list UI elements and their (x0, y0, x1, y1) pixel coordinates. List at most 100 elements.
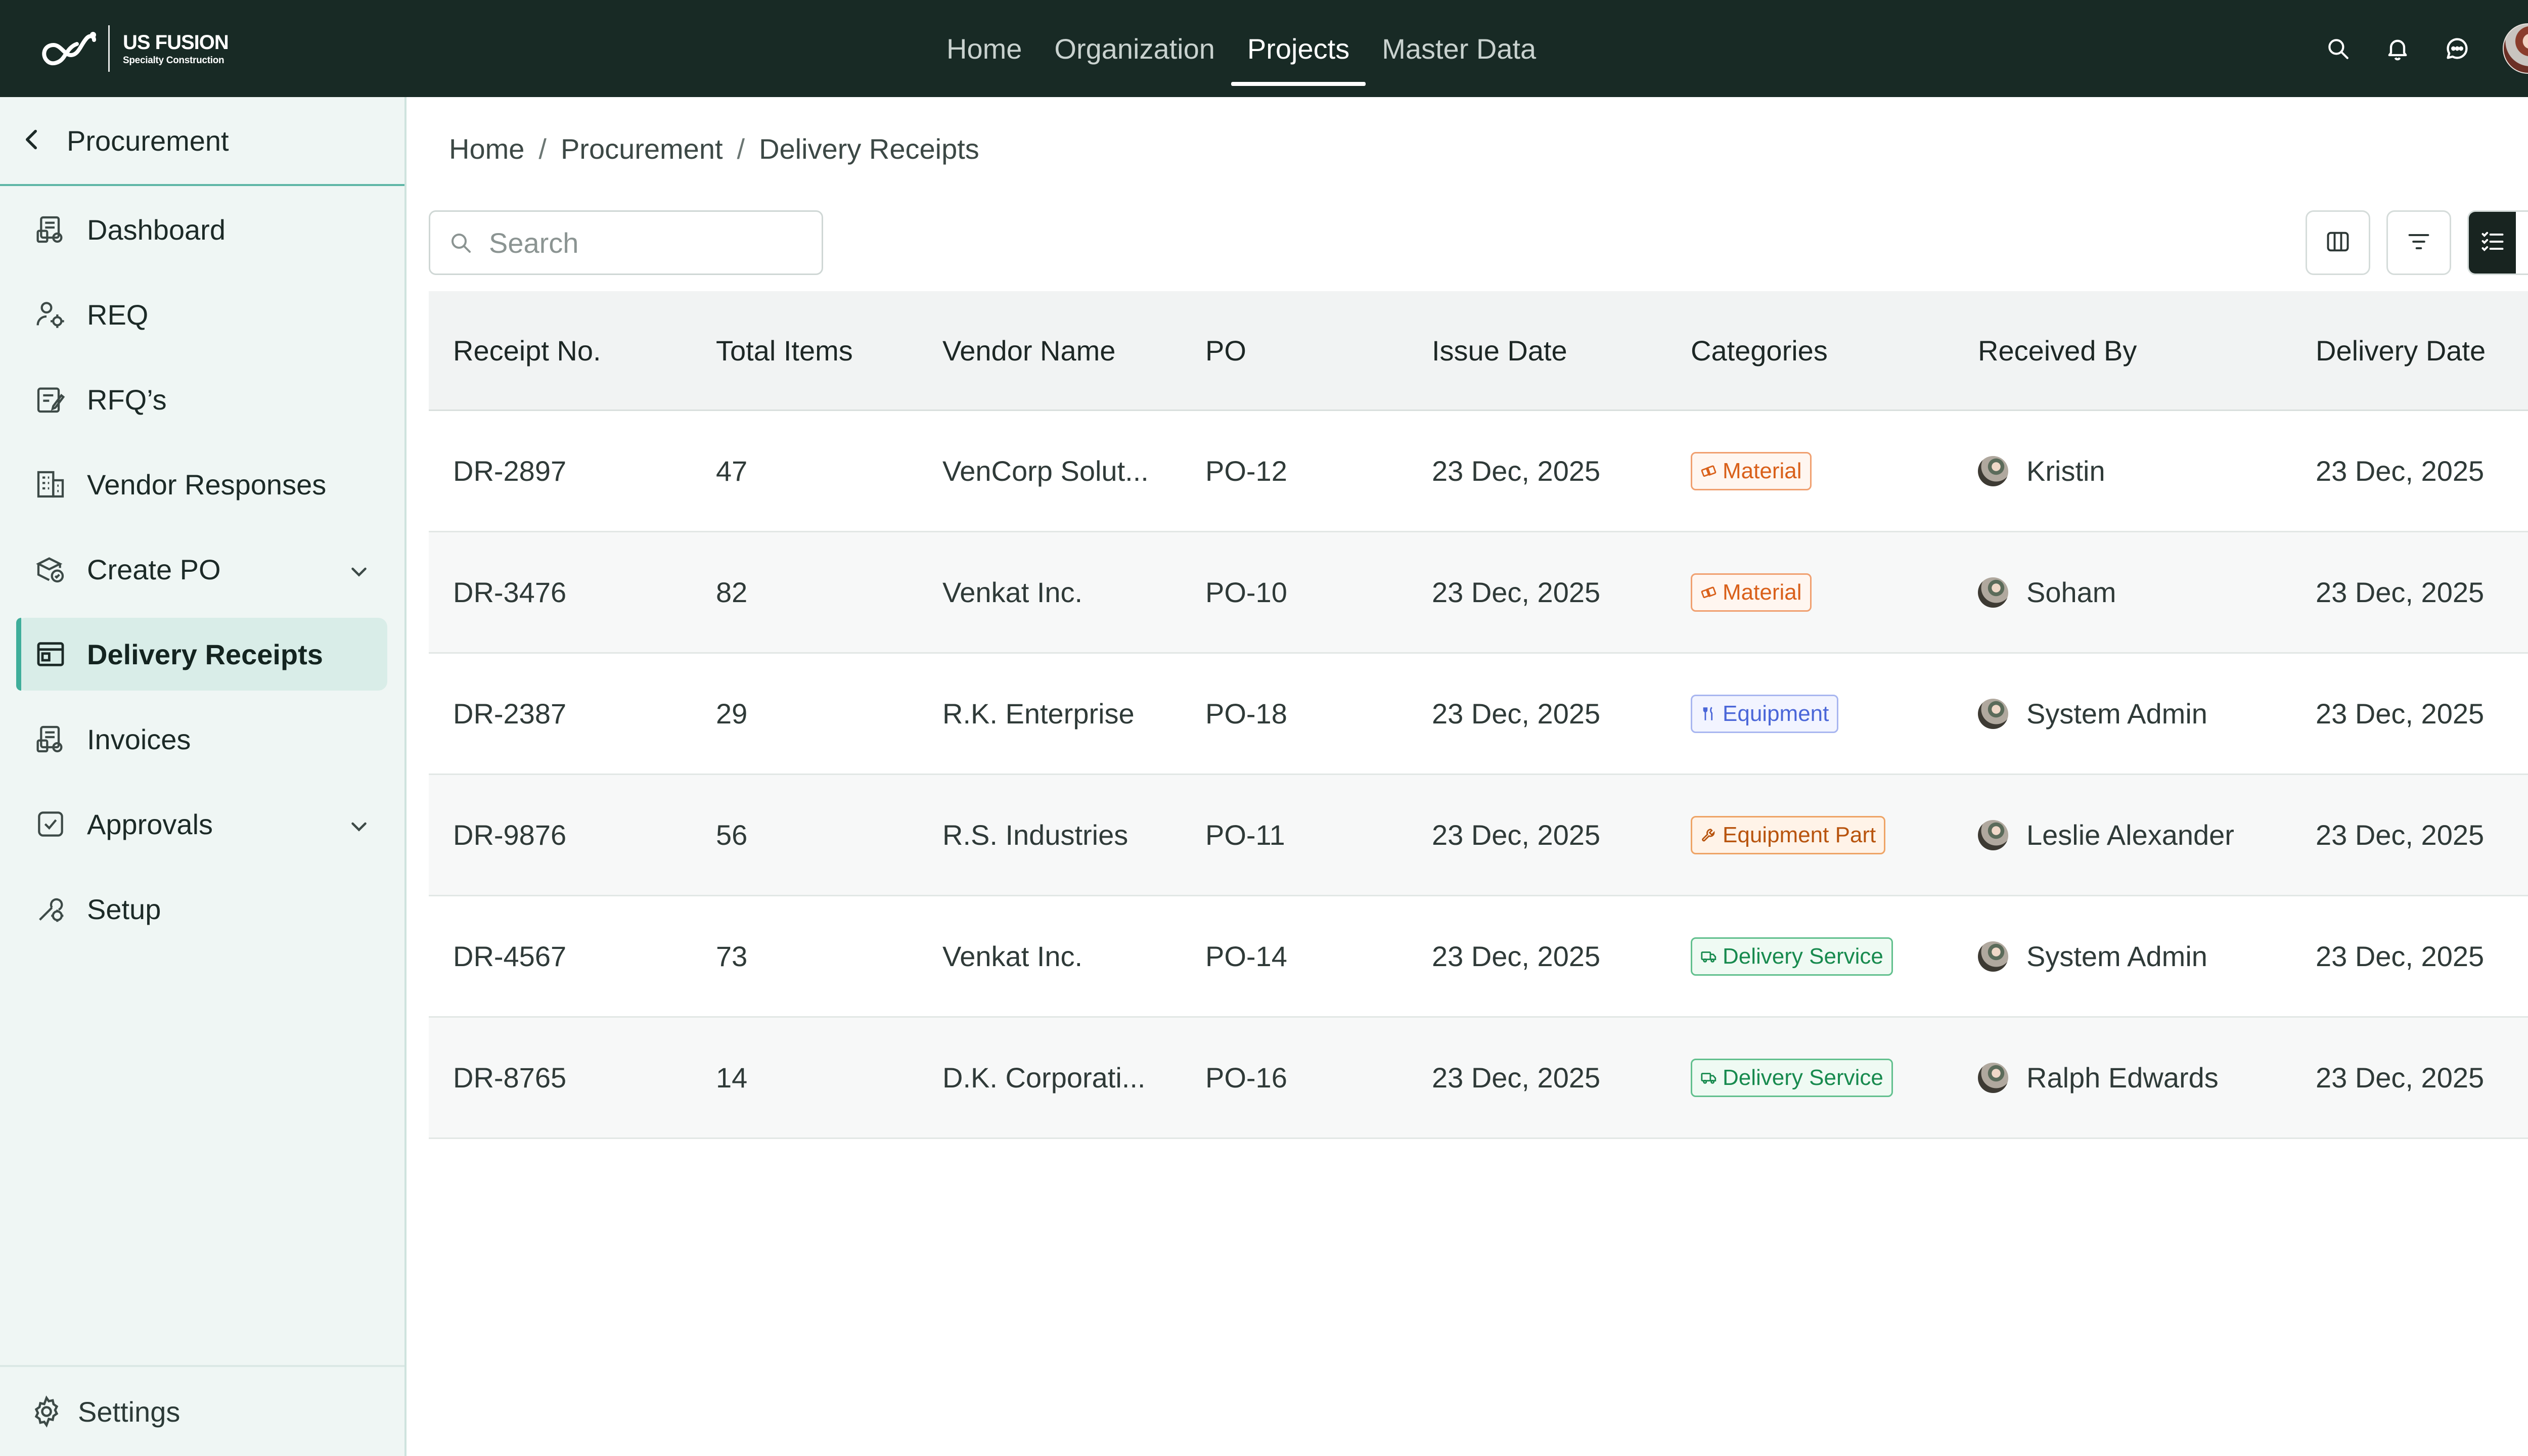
building-icon (32, 466, 69, 503)
breadcrumb-home[interactable]: Home (449, 132, 524, 165)
table-row[interactable]: DR-8765 14 D.K. Corporati... PO-16 23 De… (429, 1018, 2528, 1139)
breadcrumb: Home / Procurement / Delivery Receipts (449, 132, 979, 165)
search-icon (448, 231, 473, 255)
columns-button[interactable] (2306, 210, 2370, 275)
filter-icon (2406, 229, 2432, 257)
rfq-icon (32, 381, 69, 418)
sidebar-item-label: REQ (87, 298, 149, 331)
sidebar-item-setup[interactable]: Setup (16, 873, 387, 945)
avatar (1978, 1062, 2008, 1093)
breadcrumb-separator: / (737, 133, 745, 165)
table-row[interactable]: DR-9876 56 R.S. Industries PO-11 23 Dec,… (429, 775, 2528, 896)
received-by: Ralph Edwards (2026, 1062, 2219, 1094)
sidebar-item-req[interactable]: REQ (16, 278, 387, 351)
delivery-date: 23 Dec, 2025 (2316, 455, 2485, 487)
issue-date: 23 Dec, 2025 (1432, 940, 1601, 972)
vendor-name: R.K. Enterprise (942, 698, 1135, 730)
column-header-issue-date[interactable]: Issue Date (1408, 334, 1666, 367)
setup-icon (32, 891, 69, 927)
chevron-down-icon[interactable] (349, 555, 369, 588)
received-by: Kristin (2026, 455, 2105, 487)
category-badge: Material (1691, 451, 1812, 490)
avatar (1978, 456, 2008, 486)
receipt-icon (32, 636, 69, 672)
table-row[interactable]: DR-2897 47 VenCorp Solut... PO-12 23 Dec… (429, 411, 2528, 532)
sidebar-item-label: Create PO (87, 553, 221, 585)
brand-logo[interactable]: US FUSION Specialty Construction (40, 22, 229, 75)
column-header-received-by[interactable]: Received By (1954, 334, 2291, 367)
total-items: 73 (716, 940, 748, 972)
sidebar-item-approvals[interactable]: Approvals (16, 788, 387, 860)
delivery-date: 23 Dec, 2025 (2316, 698, 2485, 730)
issue-date: 23 Dec, 2025 (1432, 455, 1601, 487)
receipt-number: DR-2897 (453, 455, 567, 487)
user-avatar[interactable] (2503, 23, 2528, 74)
table-row[interactable]: DR-2387 29 R.K. Enterprise PO-18 23 Dec,… (429, 654, 2528, 775)
table-row[interactable]: DR-3476 82 Venkat Inc. PO-10 23 Dec, 202… (429, 532, 2528, 654)
sidebar-item-rfqs[interactable]: RFQ’s (16, 363, 387, 436)
sidebar-item-label: Vendor Responses (87, 468, 327, 500)
nav-projects[interactable]: Projects (1231, 0, 1366, 97)
table-body: DR-2897 47 VenCorp Solut... PO-12 23 Dec… (429, 411, 2528, 1139)
po-number: PO-14 (1205, 940, 1287, 972)
sidebar-item-label: Dashboard (87, 213, 225, 246)
sidebar-item-vendor-responses[interactable]: Vendor Responses (16, 448, 387, 521)
list-view-button[interactable] (2469, 212, 2516, 274)
sidebar-item-delivery-receipts[interactable]: Delivery Receipts (16, 618, 387, 691)
equipment-icon (1703, 706, 1713, 720)
vendor-name: Venkat Inc. (942, 940, 1083, 972)
grid-view-button[interactable] (2516, 212, 2528, 274)
sidebar: Procurement Dashboard REQ RFQ’s Vendor R… (0, 97, 407, 1456)
requisition-icon (32, 296, 69, 333)
sidebar-item-create-po[interactable]: Create PO (16, 533, 387, 606)
issue-date: 23 Dec, 2025 (1432, 698, 1601, 730)
table-row[interactable]: DR-4567 73 Venkat Inc. PO-14 23 Dec, 202… (429, 896, 2528, 1018)
nav-master-data[interactable]: Master Data (1366, 0, 1552, 97)
invoice-icon (32, 721, 69, 757)
vendor-name: Venkat Inc. (942, 576, 1083, 608)
chevron-down-icon[interactable] (349, 810, 369, 843)
receipt-number: DR-8765 (453, 1062, 567, 1094)
column-header-po[interactable]: PO (1181, 334, 1408, 367)
column-header-delivery-date[interactable]: Delivery Date (2291, 334, 2528, 367)
breadcrumb-separator: / (538, 133, 547, 165)
table-header: Receipt No. Total Items Vendor Name PO I… (429, 291, 2528, 411)
vendor-name: VenCorp Solut... (942, 455, 1149, 487)
delivery-date: 23 Dec, 2025 (2316, 819, 2485, 851)
column-header-vendor-name[interactable]: Vendor Name (918, 334, 1181, 367)
sidebar-settings[interactable]: Settings (0, 1365, 404, 1456)
columns-icon (2325, 229, 2351, 257)
chat-icon[interactable] (2443, 34, 2471, 63)
total-items: 14 (716, 1062, 748, 1094)
total-items: 56 (716, 819, 748, 851)
grid-view-icon (2526, 229, 2528, 257)
category-label: Delivery Service (1723, 943, 1883, 969)
receipt-number: DR-4567 (453, 940, 567, 972)
delivery-truck-icon (1701, 951, 1717, 963)
receipt-number: DR-3476 (453, 576, 567, 608)
search-icon[interactable] (2324, 34, 2352, 63)
po-number: PO-18 (1205, 698, 1287, 730)
delivery-date: 23 Dec, 2025 (2316, 576, 2485, 608)
sidebar-item-dashboard[interactable]: Dashboard (16, 193, 387, 266)
po-number: PO-10 (1205, 576, 1287, 608)
column-header-total-items[interactable]: Total Items (692, 334, 918, 367)
filter-button[interactable] (2386, 210, 2451, 275)
search-box[interactable] (429, 210, 823, 275)
bell-icon[interactable] (2383, 34, 2412, 63)
category-label: Equipment Part (1723, 822, 1876, 847)
search-input[interactable] (488, 225, 803, 260)
breadcrumb-procurement[interactable]: Procurement (561, 132, 723, 165)
view-toggle (2467, 210, 2528, 275)
sidebar-item-invoices[interactable]: Invoices (16, 703, 387, 776)
nav-organization[interactable]: Organization (1038, 0, 1231, 97)
logo-divider (108, 25, 110, 72)
column-header-categories[interactable]: Categories (1666, 334, 1954, 367)
nav-home[interactable]: Home (930, 0, 1038, 97)
received-by: Soham (2026, 576, 2116, 608)
column-header-receipt-no[interactable]: Receipt No. (429, 334, 692, 367)
delivery-truck-icon (1701, 1072, 1717, 1084)
logo-mark-icon (42, 32, 96, 66)
received-by: Leslie Alexander (2026, 819, 2234, 851)
sidebar-back-procurement[interactable]: Procurement (0, 97, 404, 186)
